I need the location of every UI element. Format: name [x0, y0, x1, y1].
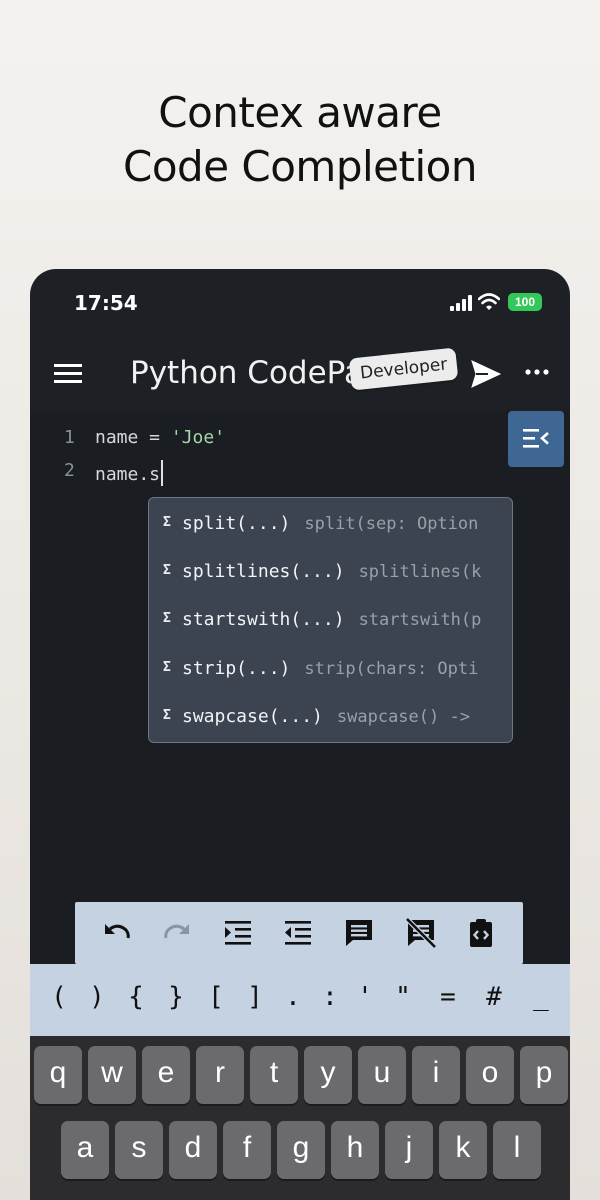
completion-popup: Σ split(...) split(sep: Option Σ splitlin… [148, 497, 513, 743]
indent-icon[interactable] [221, 917, 253, 949]
key-j[interactable]: j [385, 1121, 433, 1179]
line-number: 2 [64, 460, 75, 481]
key-u[interactable]: u [358, 1046, 406, 1104]
code-text: name = 'Joe' [95, 427, 226, 448]
uncomment-icon[interactable] [405, 917, 437, 949]
key-q[interactable]: q [34, 1046, 82, 1104]
code-editor[interactable]: 1 name = 'Joe' 2 name.s Σ split(...) spli… [30, 411, 570, 971]
symbol-key[interactable]: { [119, 982, 153, 1012]
symbol-key[interactable]: ] [238, 982, 272, 1012]
method-sigma-icon: Σ [163, 515, 171, 530]
status-time: 17:54 [74, 291, 138, 315]
key-d[interactable]: d [169, 1121, 217, 1179]
comment-icon[interactable] [343, 917, 375, 949]
redo-icon[interactable] [161, 917, 193, 949]
suggestion-item[interactable]: Σ swapcase(...) swapcase() -> [149, 694, 512, 742]
symbol-key[interactable]: " [386, 982, 420, 1012]
suggestion-signature: strip(chars: Opti [304, 659, 479, 679]
wifi-icon [478, 293, 500, 310]
suggestion-item[interactable]: Σ startswith(...) startswith(p [149, 597, 512, 645]
suggestion-name: strip(...) [182, 658, 291, 679]
method-sigma-icon: Σ [163, 660, 171, 675]
headline-line-2: Code Completion [123, 142, 477, 191]
suggestion-signature: swapcase() -> [336, 707, 470, 727]
method-sigma-icon: Σ [163, 563, 171, 578]
key-e[interactable]: e [142, 1046, 190, 1104]
send-run-icon[interactable] [470, 359, 502, 389]
key-o[interactable]: o [466, 1046, 514, 1104]
symbol-bar: ( ) { } [ ] . : ' " = # _ [30, 964, 570, 1036]
onscreen-keyboard: q w e r t y u i o p a s d f g h j k l [30, 1036, 570, 1200]
hamburger-menu-icon[interactable] [54, 361, 82, 385]
method-sigma-icon: Σ [163, 708, 171, 723]
key-w[interactable]: w [88, 1046, 136, 1104]
undo-icon[interactable] [101, 917, 133, 949]
outdent-icon[interactable] [281, 917, 313, 949]
line-number: 1 [64, 427, 75, 448]
code-text: name.s [95, 460, 164, 486]
key-i[interactable]: i [412, 1046, 460, 1104]
status-bar: 17:54 100 [30, 269, 570, 337]
app-title: Python CodePad [130, 355, 362, 391]
suggestion-item[interactable]: Σ splitlines(...) splitlines(k [149, 549, 512, 597]
suggestion-name: swapcase(...) [182, 706, 323, 727]
symbol-key[interactable]: [ [199, 982, 233, 1012]
key-a[interactable]: a [61, 1121, 109, 1179]
text-cursor [161, 460, 164, 486]
symbol-key[interactable]: ( [42, 982, 76, 1012]
symbol-key[interactable]: = [431, 982, 465, 1012]
symbol-key[interactable]: ) [80, 982, 114, 1012]
suggestion-name: split(...) [182, 513, 291, 534]
symbol-key[interactable]: # [477, 982, 511, 1012]
cellular-signal-icon [450, 295, 472, 311]
symbol-key[interactable]: ' [348, 982, 382, 1012]
suggestion-name: splitlines(...) [182, 561, 345, 582]
battery-indicator: 100 [508, 293, 542, 311]
more-options-icon[interactable] [524, 367, 550, 377]
method-sigma-icon: Σ [163, 611, 171, 626]
key-s[interactable]: s [115, 1121, 163, 1179]
symbol-key[interactable]: . [276, 982, 310, 1012]
suggestion-signature: split(sep: Option [304, 514, 479, 534]
key-l[interactable]: l [493, 1121, 541, 1179]
suggestion-signature: startswith(p [358, 610, 482, 630]
symbol-key[interactable]: _ [524, 982, 558, 1012]
suggestion-item[interactable]: Σ strip(...) strip(chars: Opti [149, 646, 512, 694]
code-snippet-clipboard-icon[interactable] [465, 917, 497, 949]
suggestion-name: startswith(...) [182, 609, 345, 630]
suggestion-signature: splitlines(k [358, 562, 482, 582]
key-t[interactable]: t [250, 1046, 298, 1104]
suggestion-item[interactable]: Σ split(...) split(sep: Option [149, 501, 512, 549]
developer-badge: Developer [348, 347, 459, 391]
promo-headline: Contex aware Code Completion [0, 86, 600, 194]
string-literal: 'Joe' [170, 427, 226, 448]
headline-line-1: Contex aware [158, 88, 442, 137]
key-h[interactable]: h [331, 1121, 379, 1179]
symbol-key[interactable]: : [313, 982, 347, 1012]
outline-list-icon [523, 429, 549, 448]
key-p[interactable]: p [520, 1046, 568, 1104]
key-g[interactable]: g [277, 1121, 325, 1179]
editor-toolbar [75, 902, 523, 964]
key-f[interactable]: f [223, 1121, 271, 1179]
app-bar: Python CodePad Developer [30, 337, 570, 411]
symbol-key[interactable]: } [159, 982, 193, 1012]
key-y[interactable]: y [304, 1046, 352, 1104]
key-r[interactable]: r [196, 1046, 244, 1104]
outline-toggle-button[interactable] [508, 411, 564, 467]
key-k[interactable]: k [439, 1121, 487, 1179]
phone-frame: 17:54 100 Python CodePad Developer 1 nam… [30, 269, 570, 1200]
